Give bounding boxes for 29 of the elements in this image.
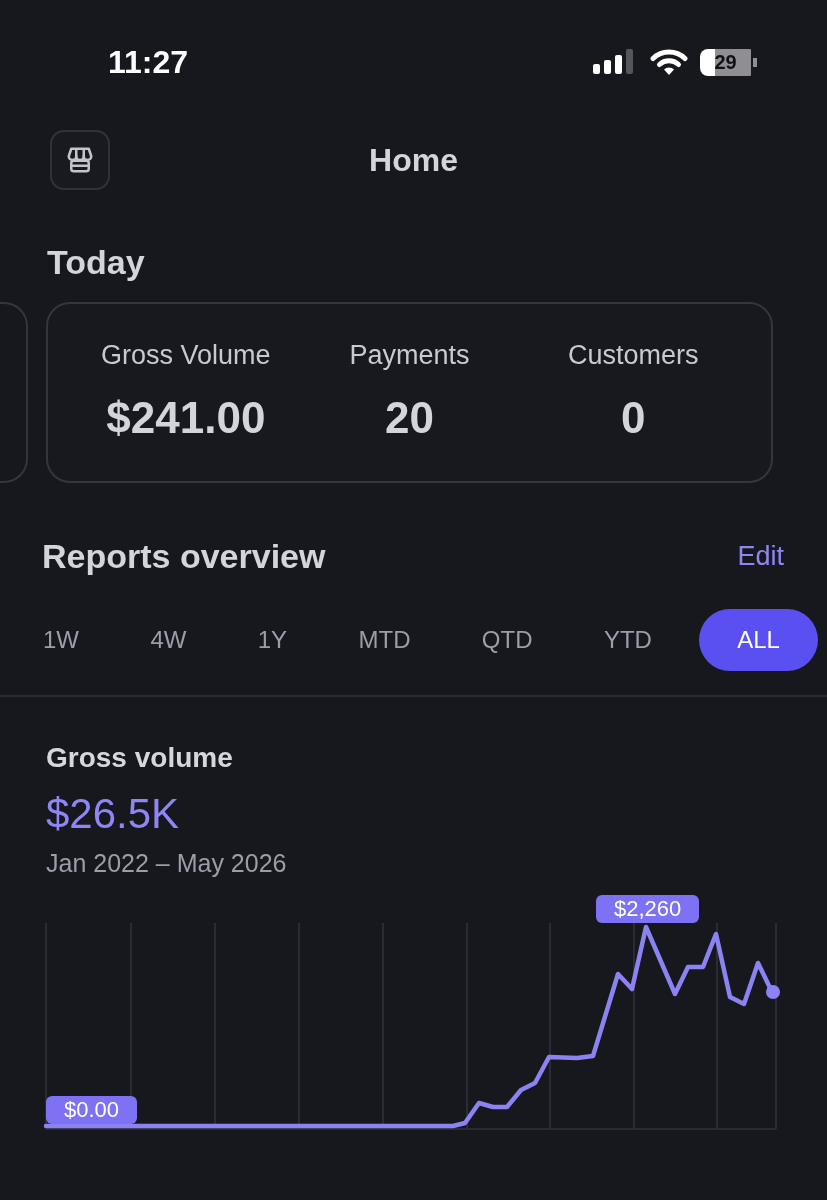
battery-indicator: 29 bbox=[700, 48, 757, 76]
metric-value: 0 bbox=[620, 392, 646, 444]
wifi-icon bbox=[650, 48, 688, 76]
metric-label: Gross Volume bbox=[101, 339, 271, 372]
period-tab[interactable]: ALL bbox=[699, 609, 818, 671]
period-tab[interactable]: YTD bbox=[579, 609, 676, 671]
metric-value: $241.00 bbox=[106, 392, 266, 444]
end-point-icon bbox=[766, 985, 780, 999]
chart-title: Gross volume bbox=[46, 741, 233, 775]
section-title: Today bbox=[47, 242, 145, 282]
status-time: 11:27 bbox=[108, 43, 189, 82]
store-button[interactable] bbox=[50, 130, 110, 190]
metric-label: Customers bbox=[567, 339, 699, 372]
peak-value-label: $2,260 bbox=[596, 895, 700, 923]
page-title: Home bbox=[368, 141, 459, 179]
total-amount: $26.5K bbox=[46, 789, 180, 839]
storefront-icon bbox=[65, 145, 95, 175]
section-title: Reports overview bbox=[42, 536, 326, 576]
metric-value: 20 bbox=[385, 392, 434, 444]
signal-icon bbox=[593, 49, 633, 75]
period-tab[interactable]: MTD bbox=[334, 609, 435, 671]
period-tab[interactable]: QTD bbox=[457, 609, 557, 671]
period-tab[interactable]: 1Y bbox=[233, 609, 312, 671]
date-range: Jan 2022 – May 2026 bbox=[46, 848, 287, 878]
edit-link[interactable]: Edit bbox=[737, 539, 784, 573]
start-value-label: $0.00 bbox=[46, 1096, 138, 1124]
period-tab[interactable]: 1W bbox=[19, 609, 103, 671]
metric-label: Payments bbox=[349, 339, 470, 372]
period-tab[interactable]: 4W bbox=[126, 609, 211, 671]
